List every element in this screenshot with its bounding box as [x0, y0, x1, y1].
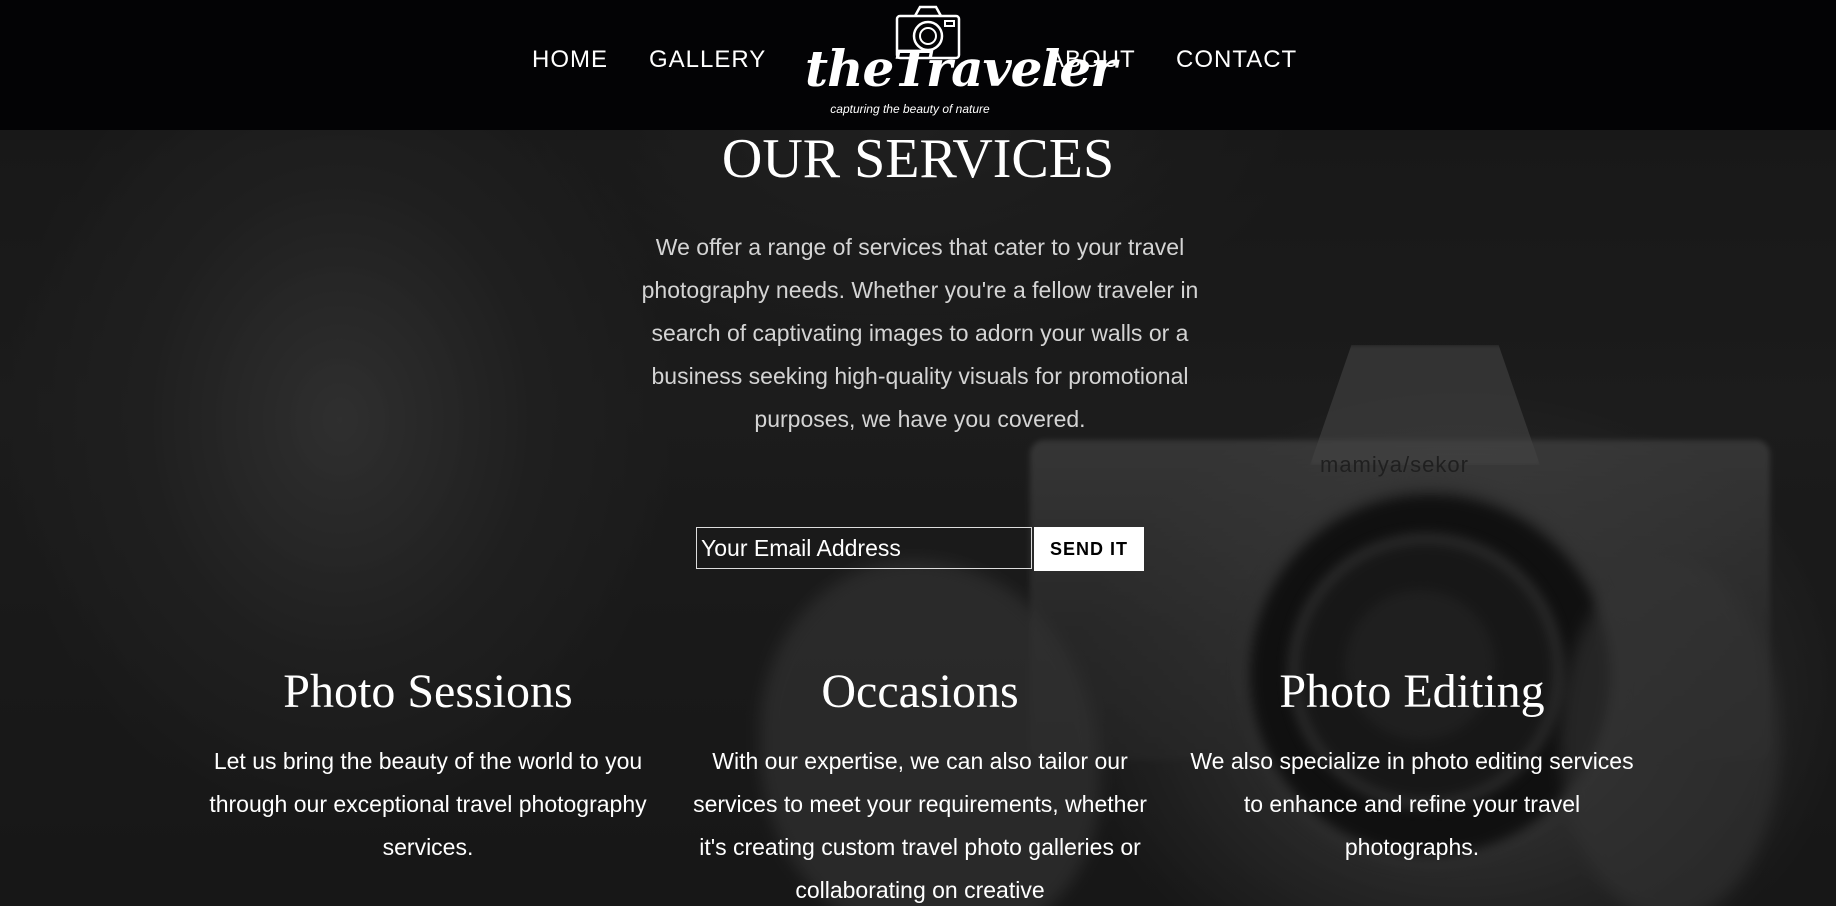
logo-wordmark: theTraveler	[805, 39, 1117, 98]
nav-home-link[interactable]: HOME	[532, 46, 608, 74]
nav-contact-link[interactable]: CONTACT	[1176, 46, 1297, 74]
send-it-button[interactable]: SEND IT	[1034, 527, 1144, 571]
service-title: Occasions	[821, 665, 1019, 718]
service-title: Photo Editing	[1279, 665, 1545, 718]
service-text: With our expertise, we can also tailor o…	[693, 748, 1147, 903]
logo-tagline: capturing the beauty of nature	[830, 102, 990, 116]
nav-about-link[interactable]: ABOUT	[1048, 46, 1136, 74]
nav-gallery-link[interactable]: GALLERY	[649, 46, 766, 74]
services-description: We offer a range of services that cater …	[641, 234, 1199, 432]
site-header: HOME GALLERY theTraveler capturing the b…	[0, 0, 1836, 130]
email-input[interactable]	[696, 527, 1032, 569]
service-title: Photo Sessions	[283, 665, 573, 718]
service-text: Let us bring the beauty of the world to …	[209, 748, 647, 860]
services-title: OUR SERVICES	[721, 128, 1115, 190]
service-text: We also specialize in photo editing serv…	[1190, 748, 1634, 860]
site-logo[interactable]: theTraveler capturing the beauty of natu…	[805, 4, 1117, 122]
